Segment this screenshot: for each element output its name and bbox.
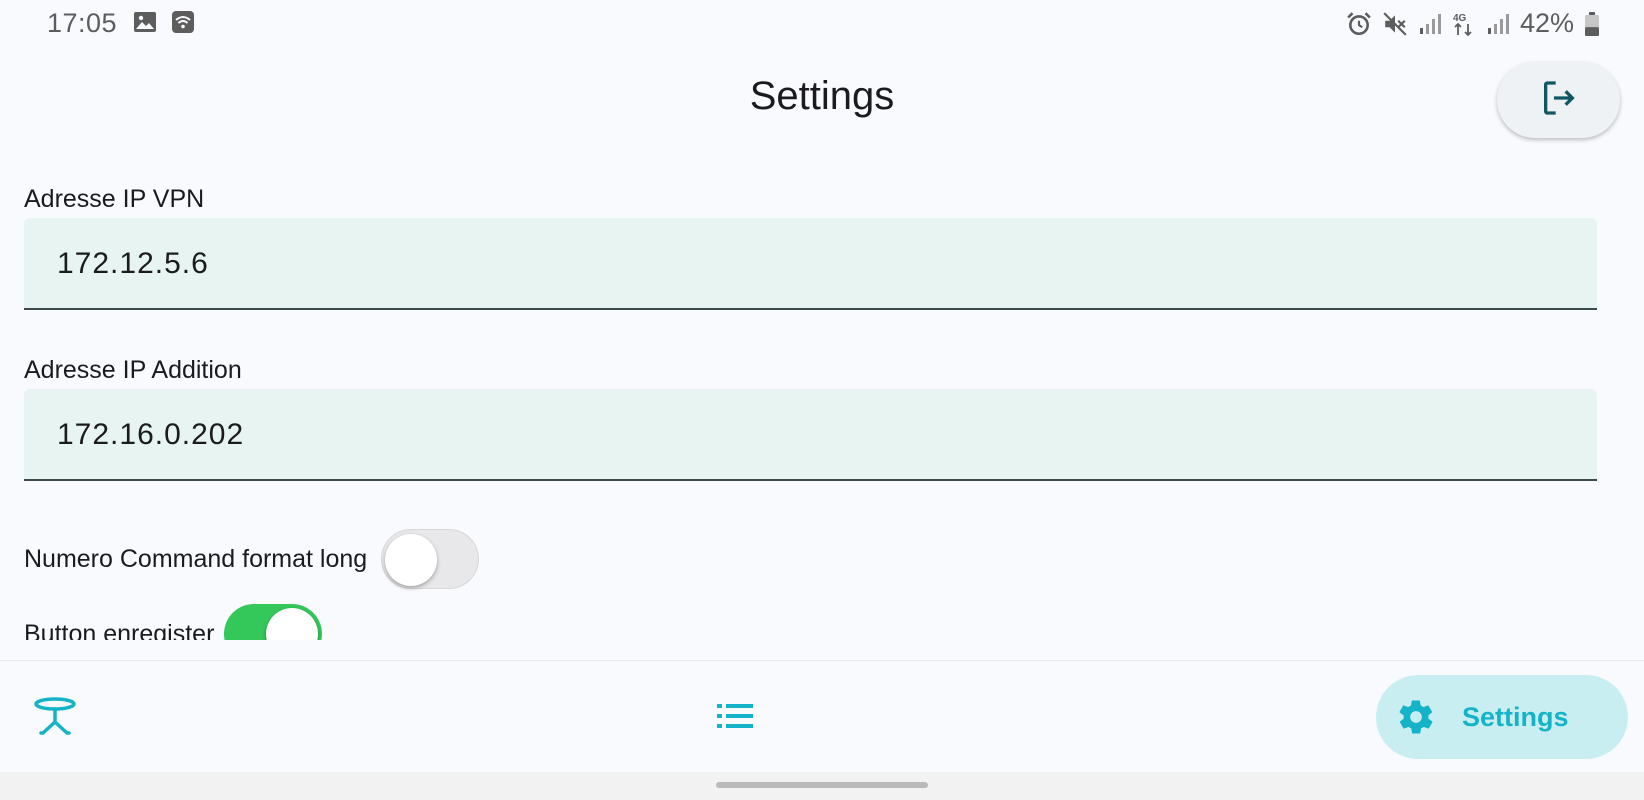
4g-icon: 4G xyxy=(1452,11,1476,37)
vpn-ip-input[interactable] xyxy=(55,218,1559,310)
page-title: Settings xyxy=(749,74,895,118)
status-bar: 17:05 4G 42% xyxy=(0,0,1644,46)
nav-item-list[interactable] xyxy=(710,691,760,745)
logout-button[interactable] xyxy=(1497,62,1620,138)
image-icon xyxy=(133,10,157,34)
save-button-toggle-label: Button enregister xyxy=(24,619,215,641)
signal-icon xyxy=(1418,12,1442,36)
addition-ip-label: Adresse IP Addition xyxy=(24,356,242,384)
status-time: 17:05 xyxy=(47,8,118,38)
bottom-navigation: Settings xyxy=(0,660,1644,773)
scroll-clip: Button enregister xyxy=(0,590,1644,640)
switch-knob xyxy=(385,534,438,586)
battery-percent: 42% xyxy=(1519,8,1574,38)
nav-item-tables[interactable] xyxy=(28,691,82,745)
battery-icon xyxy=(1584,11,1600,37)
home-handle[interactable] xyxy=(716,782,928,788)
long-command-number-switch[interactable] xyxy=(381,529,480,589)
signal-icon xyxy=(1486,12,1510,36)
long-command-number-label: Numero Command format long xyxy=(24,544,368,573)
mute-icon xyxy=(1382,11,1408,37)
gesture-bar xyxy=(0,772,1644,800)
nav-item-settings[interactable]: Settings xyxy=(1376,675,1628,759)
gear-icon xyxy=(1396,697,1436,737)
switch-knob xyxy=(266,608,319,640)
wifi-calling-icon xyxy=(171,10,195,34)
nav-settings-label: Settings xyxy=(1462,701,1569,732)
addition-ip-field[interactable] xyxy=(24,389,1597,481)
table-icon xyxy=(33,696,77,741)
vpn-ip-field[interactable] xyxy=(24,218,1597,310)
list-icon xyxy=(715,701,755,736)
alarm-icon xyxy=(1346,11,1372,37)
long-command-number-row: Numero Command format long xyxy=(24,529,480,589)
save-button-switch[interactable] xyxy=(224,604,323,640)
vpn-ip-label: Adresse IP VPN xyxy=(24,185,205,213)
addition-ip-input[interactable] xyxy=(55,389,1559,481)
svg-text:4G: 4G xyxy=(1453,13,1467,24)
save-button-row: Button enregister xyxy=(24,604,323,641)
logout-icon xyxy=(1539,78,1579,123)
